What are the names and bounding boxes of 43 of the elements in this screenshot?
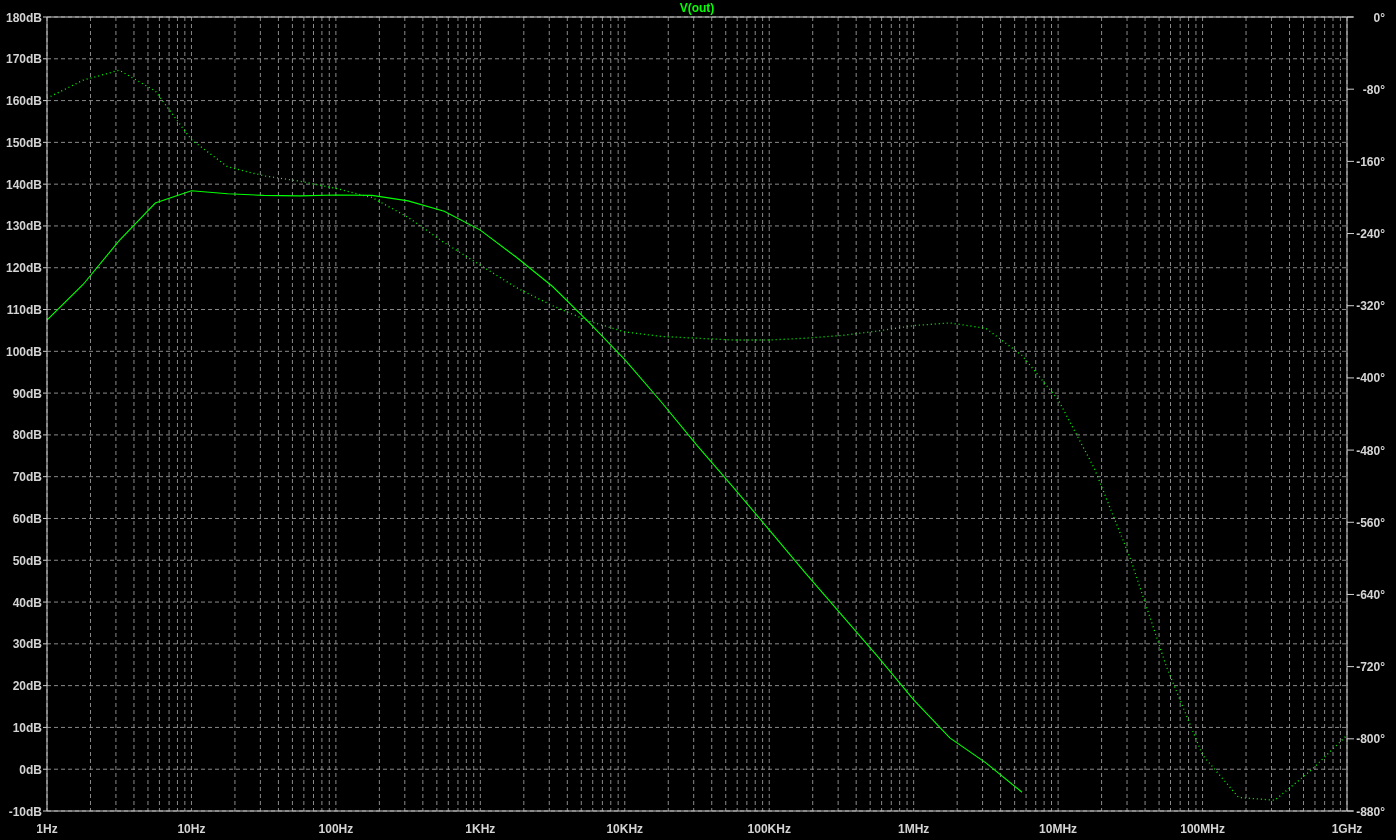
y-axis-label: 30dB	[12, 637, 42, 652]
y-axis-label: 100dB	[5, 344, 42, 359]
y-axis-label: 90dB	[12, 386, 42, 401]
x-axis-label: 1KHz	[465, 822, 496, 836]
phase-axis-label: -640°	[1356, 587, 1385, 602]
phase-axis-label: -880°	[1356, 804, 1385, 819]
x-axis-label: 1MHz	[898, 822, 930, 836]
y-axis-label: 0dB	[19, 762, 42, 777]
x-axis-label: 100KHz	[747, 822, 791, 836]
y-axis-label: 50dB	[12, 553, 42, 568]
y-axis-label: 160dB	[5, 94, 42, 109]
phase-axis-label: 0°	[1373, 10, 1385, 25]
phase-axis-label: -240°	[1356, 227, 1385, 242]
phase-axis-label: -80°	[1362, 82, 1385, 97]
phase-axis-label: -400°	[1356, 371, 1385, 386]
y-axis-label: 170dB	[5, 52, 42, 67]
x-axis-label: 10MHz	[1039, 822, 1078, 836]
x-axis-label: 100MHz	[1180, 822, 1225, 836]
y-axis-label: 140dB	[5, 177, 42, 192]
trace-title: V(out)	[679, 1, 715, 15]
y-axis-label: 20dB	[12, 679, 42, 694]
y-axis-label: 40dB	[12, 595, 42, 610]
y-axis-label: 110dB	[6, 303, 42, 318]
phase-axis-label: -480°	[1356, 443, 1385, 458]
y-axis-label: 10dB	[12, 720, 42, 735]
x-axis-label: 100Hz	[318, 822, 354, 836]
y-axis-label: 130dB	[5, 219, 42, 234]
x-axis-label: 1GHz	[1331, 822, 1363, 836]
phase-axis-label: -560°	[1356, 515, 1385, 530]
phase-axis-label: -320°	[1356, 299, 1385, 314]
x-axis-label: 1Hz	[36, 822, 58, 836]
y-axis-label: 60dB	[12, 511, 42, 526]
y-axis-label: 80dB	[12, 428, 42, 443]
y-axis-label: 120dB	[5, 261, 42, 276]
y-axis-label: -10dB	[8, 804, 42, 819]
phase-axis-label: -800°	[1356, 732, 1385, 747]
phase-axis-label: -720°	[1356, 660, 1385, 675]
phase-axis-label: -160°	[1356, 154, 1385, 169]
y-axis-label: 180dB	[5, 10, 42, 25]
x-axis-label: 10Hz	[177, 822, 206, 836]
y-axis-label: 150dB	[5, 135, 42, 150]
x-axis-label: 10KHz	[606, 822, 644, 836]
y-axis-label: 70dB	[12, 470, 42, 485]
